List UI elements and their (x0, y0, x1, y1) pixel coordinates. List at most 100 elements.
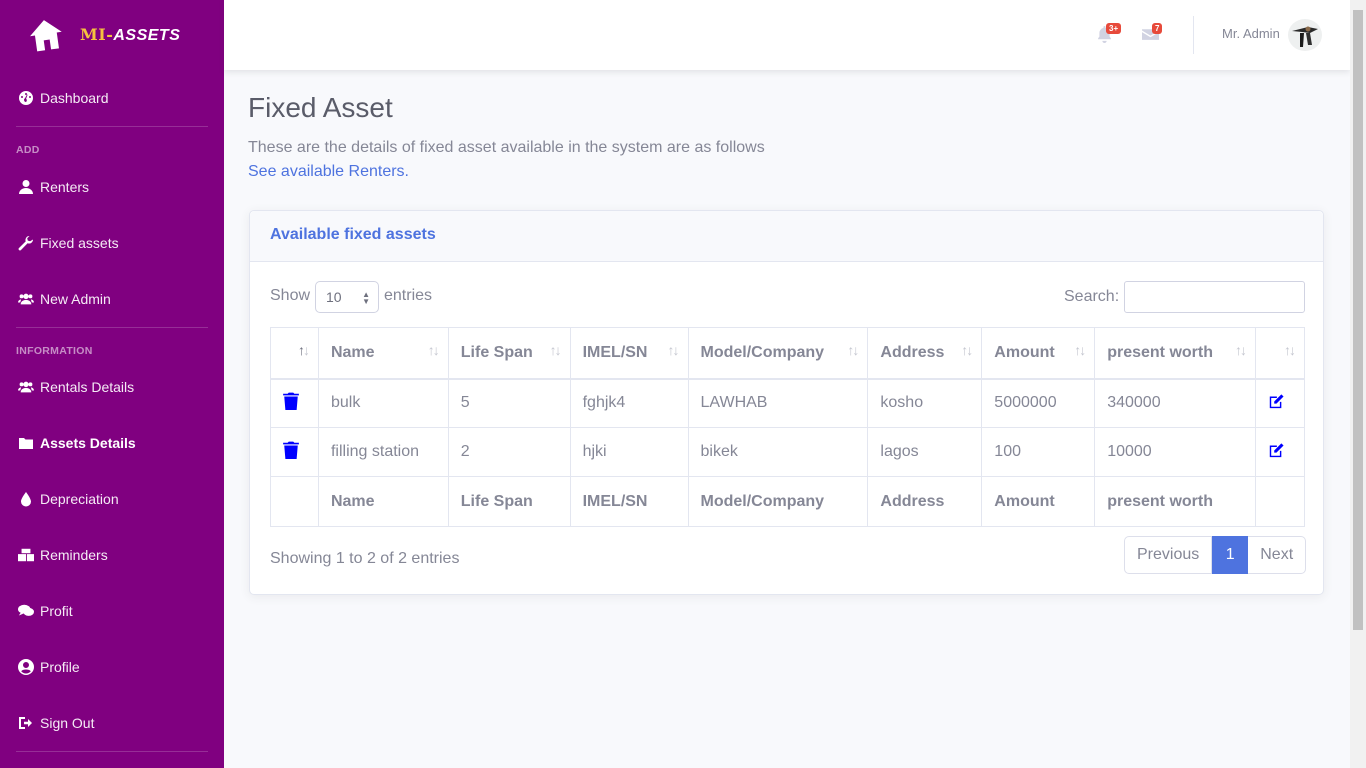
sidebar-item-depreciation[interactable]: Depreciation (0, 479, 224, 519)
column-header-edit[interactable]: ↑↓ (1254, 327, 1306, 380)
sidebar-item-label: Dashboard (40, 90, 109, 106)
footer-label-present-worth: present worth (1094, 476, 1256, 527)
assets-table: ↑↓ Name ↑↓ Life Span ↑↓ IMEL/SN ↑↓ Model/Co… (270, 327, 1306, 527)
sort-icon: ↑↓ (667, 342, 680, 358)
users-icon (17, 291, 35, 307)
sidebar-item-renters[interactable]: Renters (0, 167, 224, 207)
sidebar-item-label: Depreciation (40, 491, 119, 507)
entries-select-value: 10 (326, 289, 342, 305)
column-header-address[interactable]: Address ↑↓ (867, 327, 983, 380)
select-arrows-icon: ▲ ▼ (362, 290, 370, 306)
sort-icon: ↑↓ (549, 342, 562, 358)
folder-icon (17, 435, 35, 451)
cell-name: bulk (317, 378, 449, 428)
footer-label-name: Name (317, 476, 449, 527)
page-scrollbar[interactable] (1350, 0, 1366, 768)
search-input[interactable] (1124, 281, 1305, 313)
cell-present-worth: 340000 (1094, 378, 1256, 428)
users-icon (17, 379, 35, 395)
sidebar-item-label: Fixed assets (40, 235, 119, 251)
column-label: Life Span (460, 343, 533, 361)
table-row: bulk 5 fghjk4 LAWHAB kosho 5000000 34000… (270, 378, 1306, 428)
sidebar: MI-ASSETS Dashboard ADD Renters Fixed as… (0, 0, 224, 768)
table-info: Showing 1 to 2 of 2 entries (270, 550, 460, 567)
column-header-model[interactable]: Model/Company ↑↓ (687, 327, 869, 380)
sidebar-item-dashboard[interactable]: Dashboard (0, 78, 224, 118)
column-header-amount[interactable]: Amount ↑↓ (981, 327, 1096, 380)
sidebar-divider (16, 126, 208, 127)
brand[interactable]: MI-ASSETS (0, 0, 224, 70)
delete-button[interactable] (283, 392, 299, 415)
sidebar-item-label: Reminders (40, 547, 108, 563)
footer-label-address: Address (867, 476, 983, 527)
show-label: Show (270, 287, 311, 304)
sidebar-item-assets-details[interactable]: Assets Details (0, 423, 224, 463)
edit-icon (1269, 394, 1284, 408)
alerts-badge: 3+ (1106, 23, 1122, 34)
user-name[interactable]: Mr. Admin (1222, 26, 1280, 41)
topbar: 3+ 7 Mr. Admin (224, 0, 1350, 70)
brand-name: MI-ASSETS (80, 25, 180, 45)
cell-model: bikek (687, 427, 869, 477)
column-header-present-worth[interactable]: present worth ↑↓ (1094, 327, 1256, 380)
sidebar-item-sign-out[interactable]: Sign Out (0, 703, 224, 743)
column-header-life-span[interactable]: Life Span ↑↓ (447, 327, 571, 380)
cell-imel: hjki (569, 427, 689, 477)
cell-address: kosho (867, 378, 983, 428)
messages-badge: 7 (1152, 23, 1163, 34)
mail-bulk-icon (17, 547, 35, 563)
cell-life-span: 5 (447, 378, 571, 428)
cell-life-span: 2 (447, 427, 571, 477)
sidebar-item-reminders[interactable]: Reminders (0, 535, 224, 575)
card-title: Available fixed assets (270, 226, 436, 243)
cell-imel: fghjk4 (569, 378, 689, 428)
alerts-button[interactable]: 3+ (1096, 23, 1122, 44)
entries-select[interactable]: 10 ▲ ▼ (315, 281, 379, 313)
sidebar-item-label: Rentals Details (40, 379, 135, 395)
page-description: These are the details of fixed asset ava… (248, 139, 765, 156)
sidebar-item-fixed-assets[interactable]: Fixed assets (0, 223, 224, 263)
sidebar-item-profile[interactable]: Profile (0, 647, 224, 687)
sort-icon: ↑↓ (847, 342, 859, 358)
column-header-action[interactable]: ↑↓ (270, 327, 319, 380)
scrollbar-thumb[interactable] (1353, 10, 1363, 630)
cell-present-worth: 10000 (1094, 427, 1256, 477)
cell-amount: 100 (981, 427, 1096, 477)
page-title: Fixed Asset (248, 92, 393, 123)
footer-label-amount: Amount (981, 476, 1096, 527)
sort-icon: ↑↓ (1284, 342, 1296, 358)
next-page-button[interactable]: Next (1248, 536, 1307, 574)
tachometer-icon (17, 90, 35, 106)
column-header-imel[interactable]: IMEL/SN ↑↓ (569, 327, 689, 380)
sidebar-item-new-admin[interactable]: New Admin (0, 279, 224, 319)
column-header-name[interactable]: Name ↑↓ (317, 327, 449, 380)
delete-button[interactable] (283, 441, 299, 464)
footer-label-imel: IMEL/SN (569, 476, 689, 527)
sidebar-heading-add: ADD (16, 144, 40, 156)
page-1-button[interactable]: 1 (1212, 536, 1249, 574)
previous-page-button[interactable]: Previous (1124, 536, 1213, 574)
sidebar-item-label: Renters (40, 179, 90, 195)
topbar-divider (1193, 16, 1194, 54)
column-label: Model/Company (700, 343, 825, 361)
avatar[interactable] (1288, 19, 1322, 51)
sidebar-item-label: New Admin (40, 291, 111, 307)
sidebar-item-profit[interactable]: Profit (0, 591, 224, 631)
sort-icon: ↑↓ (427, 342, 440, 358)
cell-address: lagos (867, 427, 983, 477)
trash-icon (283, 392, 299, 410)
sidebar-item-rentals-details[interactable]: Rentals Details (0, 367, 224, 407)
assets-card: Available fixed assets Show 10 ▲ ▼ entrie… (249, 210, 1324, 595)
see-renters-link[interactable]: See available Renters. (248, 163, 409, 181)
edit-button[interactable] (1268, 392, 1284, 415)
column-label: Name (330, 343, 375, 361)
edit-button[interactable] (1268, 441, 1284, 464)
messages-button[interactable]: 7 (1142, 23, 1163, 44)
brand-assets: ASSETS (113, 27, 181, 44)
cell-amount: 5000000 (981, 378, 1096, 428)
footer-label-model: Model/Company (687, 476, 869, 527)
edit-icon (1269, 442, 1284, 457)
sidebar-item-label: Profile (40, 659, 80, 675)
sign-out-icon (17, 715, 35, 731)
column-label: Address (880, 343, 945, 361)
